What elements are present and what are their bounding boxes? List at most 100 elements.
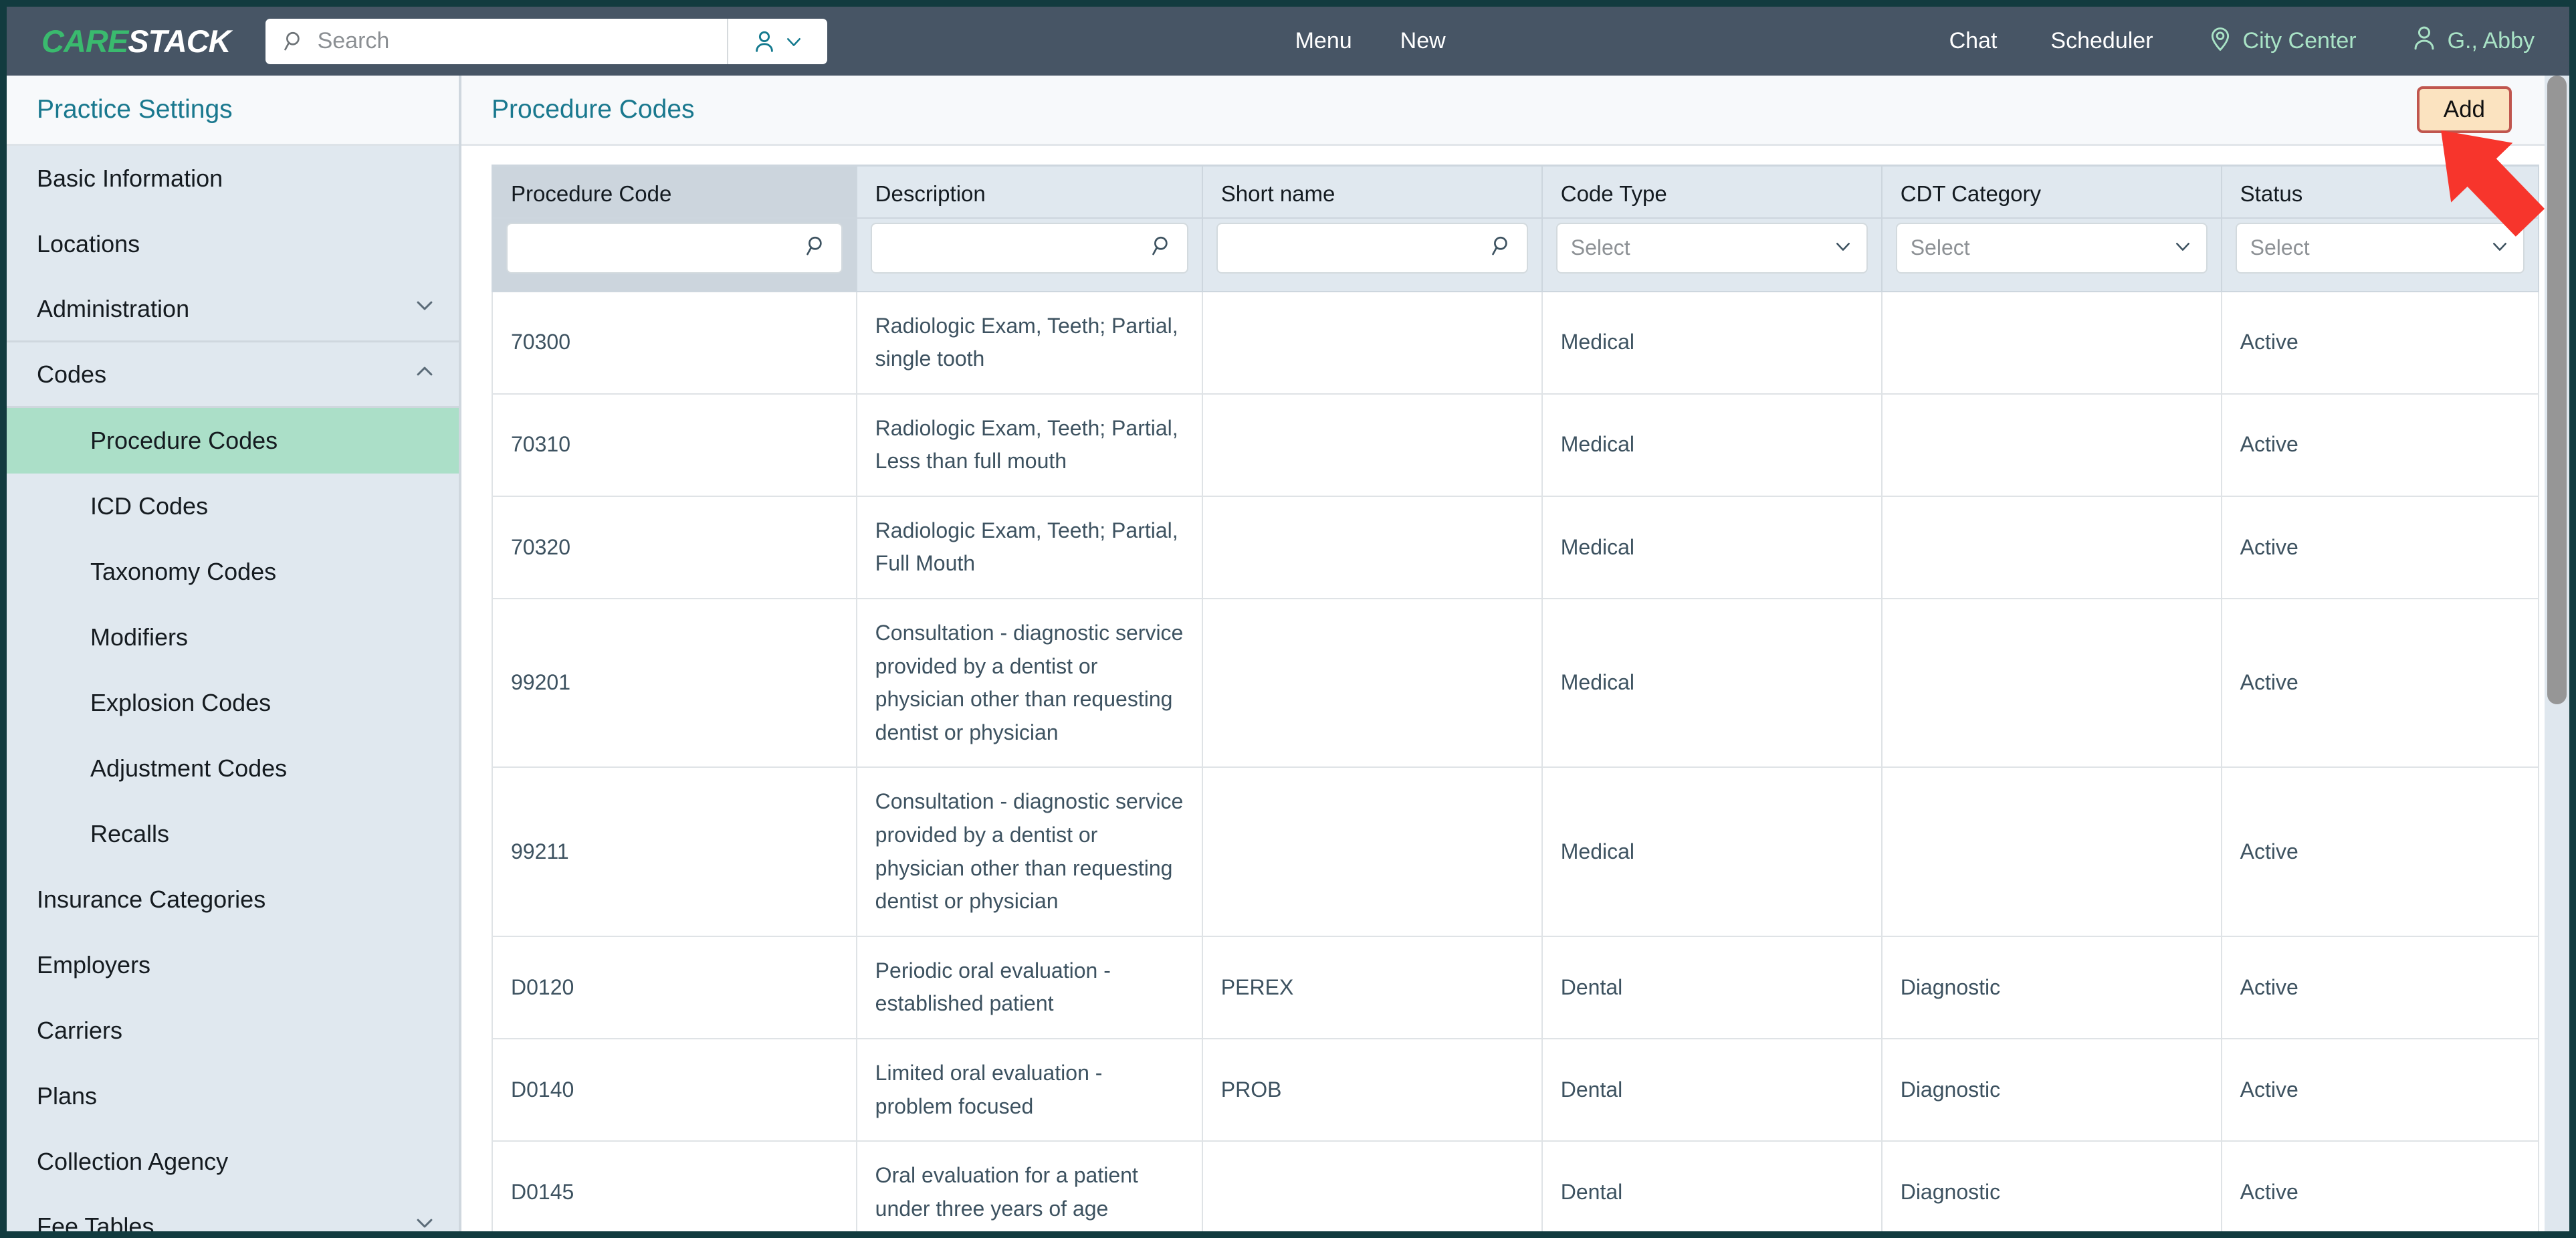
- cell-cdt-category: [1881, 290, 2222, 395]
- cell-cdt-category: [1881, 766, 2222, 937]
- sidebar-item-codes[interactable]: Codes: [7, 342, 459, 408]
- sidebar-item-locations[interactable]: Locations: [7, 211, 459, 277]
- cell-short-name: [1201, 766, 1543, 937]
- cell-short-name: PEREX: [1201, 935, 1543, 1040]
- chevron-down-icon[interactable]: [413, 1212, 436, 1231]
- scrollbar-thumb[interactable]: [2547, 76, 2567, 704]
- sidebar-item-recalls[interactable]: Recalls: [7, 801, 459, 867]
- sidebar-item-insurance-categories[interactable]: Insurance Categories: [7, 867, 459, 932]
- column-header-label: Description: [875, 181, 986, 206]
- cell-status: Active: [2220, 598, 2540, 768]
- column-header-label: Procedure Code: [511, 181, 672, 206]
- sidebar-item-plans[interactable]: Plans: [7, 1063, 459, 1129]
- account-menu[interactable]: G., Abby: [2410, 24, 2535, 58]
- filter-input-description[interactable]: [870, 222, 1188, 274]
- cell-description: Radiologic Exam, Teeth; Partial, single …: [855, 290, 1203, 395]
- filter-select-code-type[interactable]: Select: [1555, 222, 1868, 274]
- table-row[interactable]: D0140 Limited oral evaluation - problem f…: [492, 1037, 2540, 1142]
- sidebar-item-administration[interactable]: Administration: [7, 277, 459, 342]
- table-row[interactable]: 99201 Consultation - diagnostic service p…: [492, 598, 2540, 768]
- carestack-logo[interactable]: CARE STACK: [41, 23, 231, 60]
- cell-short-name: [1201, 598, 1543, 768]
- cell-cdt-category: [1881, 393, 2222, 497]
- table-row[interactable]: 70310 Radiologic Exam, Teeth; Partial, Le…: [492, 393, 2540, 497]
- chevron-down-icon[interactable]: [2173, 236, 2193, 260]
- search-scope-selector[interactable]: [726, 18, 827, 64]
- chevron-up-icon[interactable]: [413, 360, 436, 389]
- vertical-scrollbar[interactable]: [2545, 76, 2569, 1231]
- sidebar-item-label: Explosion Codes: [90, 689, 272, 716]
- top-navigation-bar: CARE STACK Search Menu New Chat Schedule…: [7, 7, 2569, 76]
- sidebar-item-label: Plans: [37, 1082, 98, 1110]
- nav-scheduler-button[interactable]: Scheduler: [2050, 28, 2153, 54]
- sidebar-item-explosion-codes[interactable]: Explosion Codes: [7, 670, 459, 736]
- cell-cdt-category: [1881, 598, 2222, 768]
- nav-new-button[interactable]: New: [1400, 28, 1446, 54]
- table-row[interactable]: 99211 Consultation - diagnostic service p…: [492, 766, 2540, 937]
- filter-select-status[interactable]: Select: [2235, 222, 2525, 274]
- location-selector[interactable]: City Center: [2207, 25, 2357, 58]
- sidebar-item-icd-codes[interactable]: ICD Codes: [7, 474, 459, 539]
- filter-input-procedure-code[interactable]: [506, 222, 843, 274]
- sidebar-item-taxonomy-codes[interactable]: Taxonomy Codes: [7, 539, 459, 605]
- filter-cell: [1201, 217, 1543, 292]
- search-icon[interactable]: [805, 235, 828, 261]
- sidebar-item-label: Modifiers: [90, 623, 189, 651]
- sidebar-item-modifiers[interactable]: Modifiers: [7, 605, 459, 670]
- sidebar-item-label: Fee Tables: [37, 1212, 154, 1232]
- cell-short-name: [1201, 495, 1543, 600]
- sidebar-item-carriers[interactable]: Carriers: [7, 998, 459, 1063]
- sidebar-item-label: Locations: [37, 230, 140, 257]
- sidebar-item-adjustment-codes[interactable]: Adjustment Codes: [7, 736, 459, 801]
- person-icon: [2410, 24, 2438, 58]
- cell-description: Consultation - diagnostic service provid…: [855, 766, 1203, 937]
- column-header-code-type[interactable]: Code Type: [1541, 165, 1883, 219]
- nav-chat-button[interactable]: Chat: [1949, 28, 1998, 54]
- cell-code-type: Medical: [1541, 393, 1883, 497]
- table-row[interactable]: 70320 Radiologic Exam, Teeth; Partial, Fu…: [492, 495, 2540, 600]
- sidebar-title: Practice Settings: [37, 95, 233, 124]
- nav-menu-button[interactable]: Menu: [1295, 28, 1352, 54]
- table-row[interactable]: D0145 Oral evaluation for a patient under…: [492, 1140, 2540, 1231]
- search-icon[interactable]: [1151, 235, 1174, 261]
- sidebar-item-employers[interactable]: Employers: [7, 932, 459, 998]
- table-row[interactable]: D0120 Periodic oral evaluation - establis…: [492, 935, 2540, 1040]
- sidebar-item-label: Adjustment Codes: [90, 754, 288, 782]
- column-header-status[interactable]: Status: [2220, 165, 2540, 219]
- search-icon[interactable]: [1491, 235, 1513, 261]
- filter-input-short-name[interactable]: [1216, 222, 1528, 274]
- search-input[interactable]: Search: [265, 19, 727, 64]
- sidebar-item-collection-agency[interactable]: Collection Agency: [7, 1129, 459, 1195]
- cell-short-name: [1201, 1140, 1543, 1231]
- column-header-short-name[interactable]: Short name: [1201, 165, 1543, 219]
- cell-short-name: [1201, 393, 1543, 497]
- cell-code-type: Medical: [1541, 598, 1883, 768]
- cell-short-name: [1201, 290, 1543, 395]
- cell-description: Consultation - diagnostic service provid…: [855, 598, 1203, 768]
- add-button[interactable]: Add: [2416, 86, 2512, 133]
- filter-cell: Select: [1881, 217, 2222, 292]
- chevron-down-icon[interactable]: [2490, 236, 2510, 260]
- cell-procedure-code: 99211: [492, 766, 857, 937]
- cell-procedure-code: D0120: [492, 935, 857, 1040]
- chevron-down-icon: [784, 31, 804, 51]
- cell-status: Active: [2220, 393, 2540, 497]
- cell-code-type: Medical: [1541, 495, 1883, 600]
- sidebar-item-label: Employers: [37, 951, 151, 978]
- column-header-description[interactable]: Description: [855, 165, 1203, 219]
- person-icon: [752, 29, 777, 54]
- chevron-down-icon[interactable]: [1833, 236, 1853, 260]
- sidebar-item-fee-tables[interactable]: Fee Tables: [7, 1195, 459, 1231]
- table-filter-row: Select Select Select: [492, 217, 2540, 292]
- column-header-cdt-category[interactable]: CDT Category: [1881, 165, 2222, 219]
- sidebar-item-basic-information[interactable]: Basic Information: [7, 146, 459, 211]
- column-header-procedure-code[interactable]: Procedure Code: [492, 165, 857, 219]
- filter-select-cdt-category[interactable]: Select: [1895, 222, 2208, 274]
- sidebar-item-procedure-codes[interactable]: Procedure Codes: [7, 408, 459, 474]
- table-head: Procedure Code Description Short name Code …: [492, 165, 2540, 292]
- sidebar-item-label: Recalls: [90, 820, 170, 847]
- chevron-down-icon[interactable]: [413, 294, 436, 323]
- global-search-container: Search: [265, 18, 827, 64]
- sidebar-menu: Basic Information Locations Administration…: [7, 146, 459, 1231]
- table-row[interactable]: 70300 Radiologic Exam, Teeth; Partial, si…: [492, 290, 2540, 395]
